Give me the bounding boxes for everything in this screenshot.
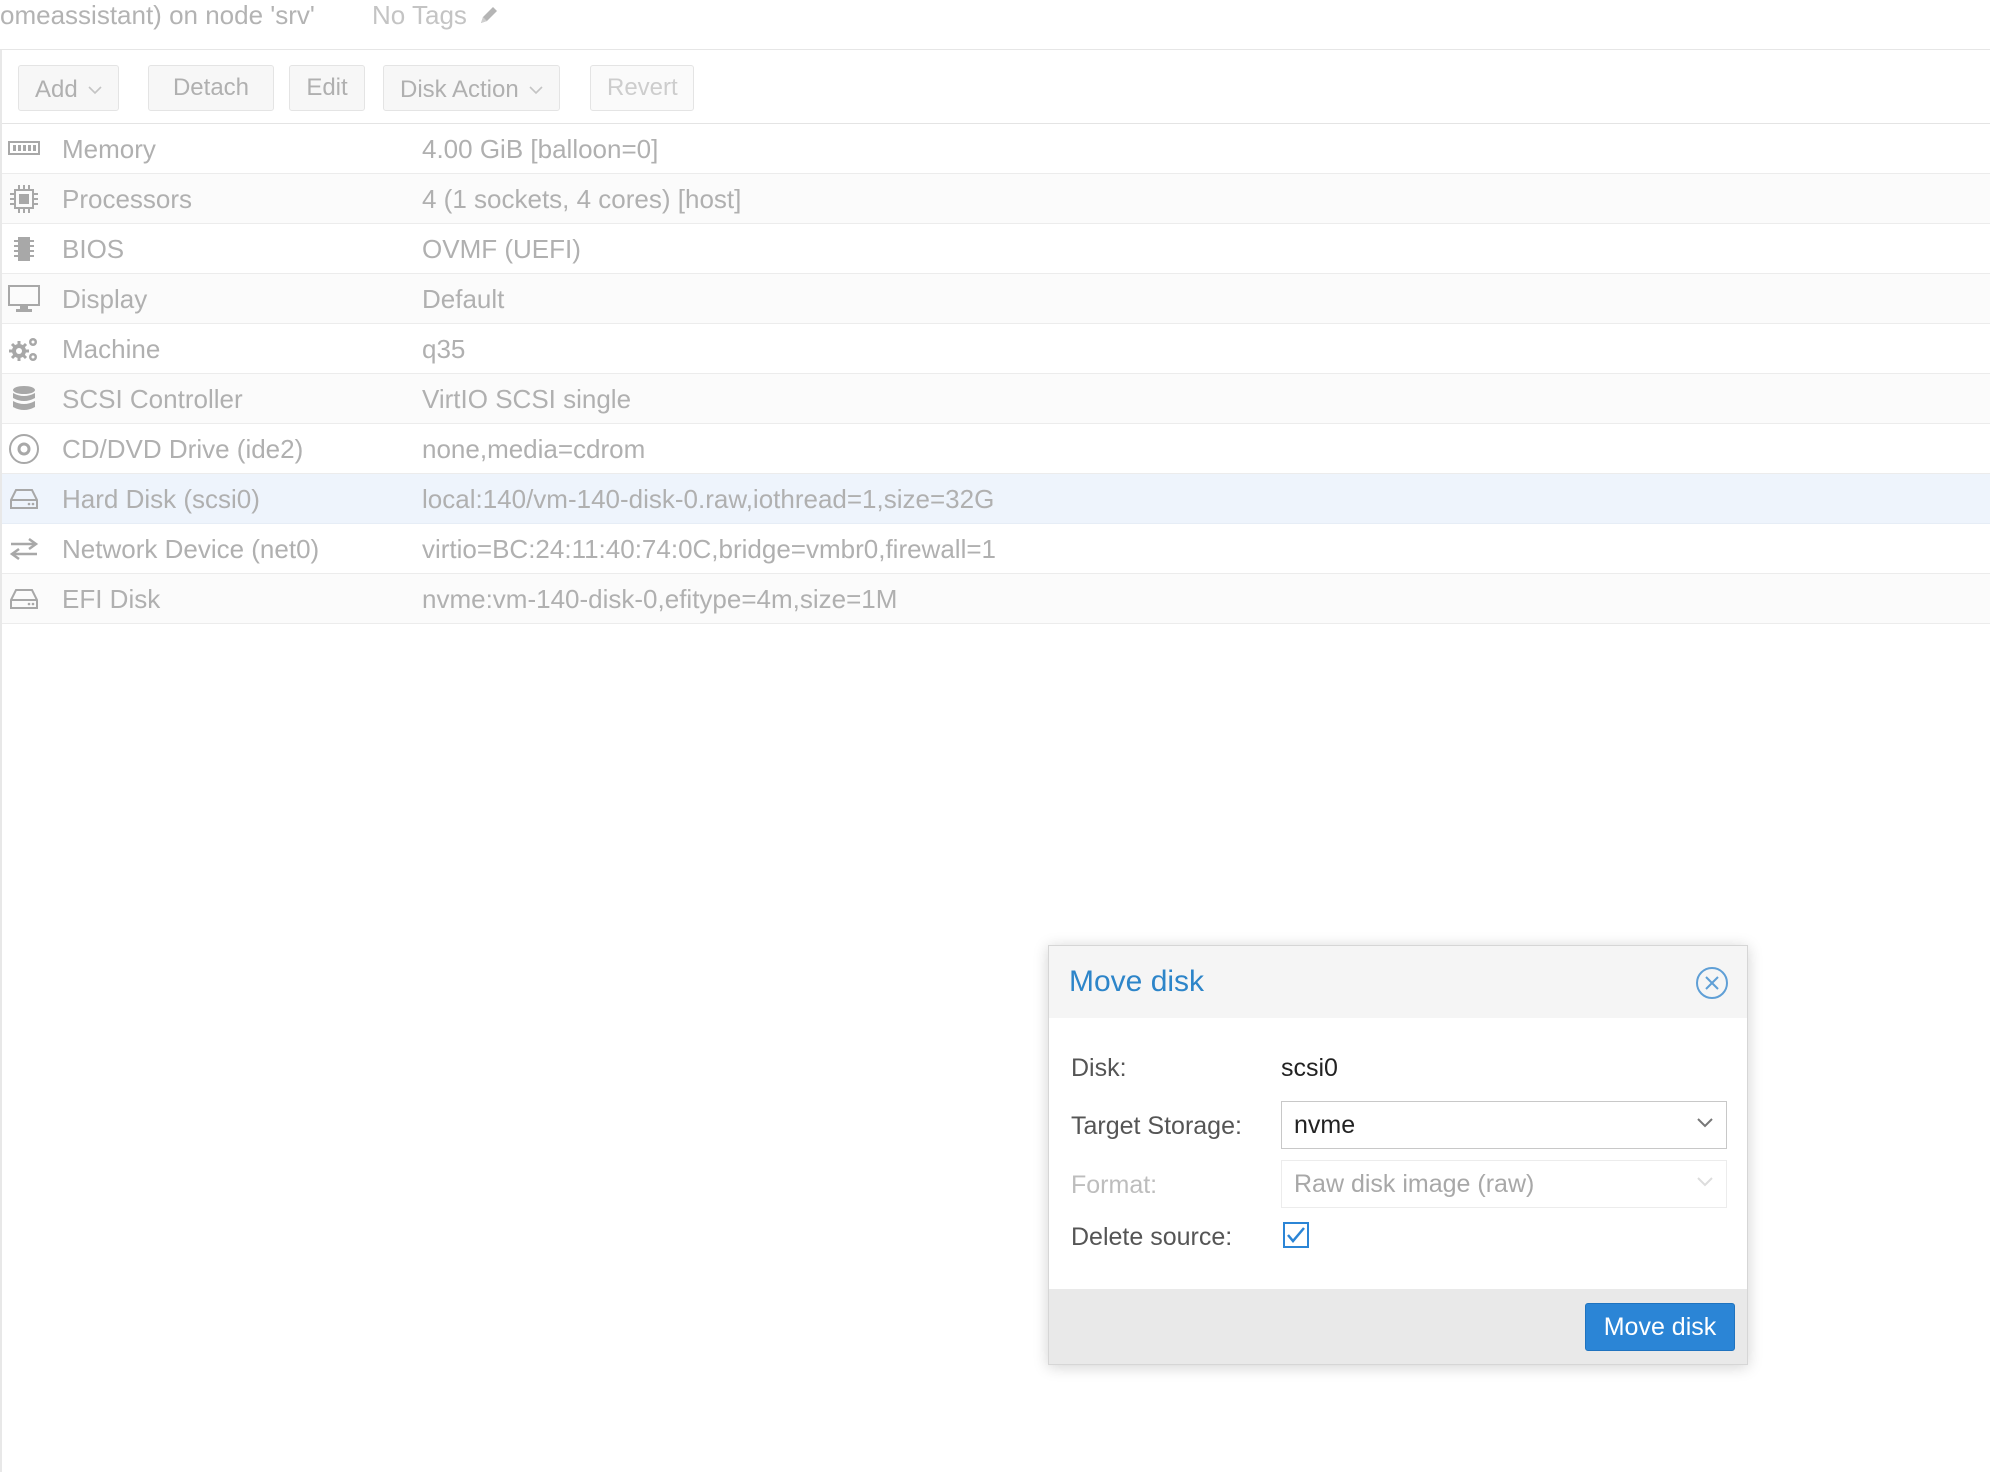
row-value: 4.00 GiB [balloon=0] (422, 134, 659, 164)
add-button-label: Add (35, 76, 78, 103)
table-row[interactable]: Machine q35 (2, 324, 1990, 374)
row-value: nvme:vm-140-disk-0,efitype=4m,size=1M (422, 584, 898, 614)
disk-action-button[interactable]: Disk Action (383, 65, 560, 111)
delete-source-label: Delete source: (1071, 1223, 1233, 1251)
format-select[interactable]: Raw disk image (raw) (1281, 1160, 1727, 1208)
table-row[interactable]: Network Device (net0) virtio=BC:24:11:40… (2, 524, 1990, 574)
row-value: virtio=BC:24:11:40:74:0C,bridge=vmbr0,fi… (422, 534, 996, 564)
target-storage-label: Target Storage: (1071, 1112, 1242, 1140)
format-value: Raw disk image (raw) (1294, 1170, 1535, 1198)
pencil-icon[interactable] (478, 4, 500, 26)
bios-chip-icon (8, 234, 40, 264)
hardware-grid: Memory 4.00 GiB [balloon=0] Processors 4… (2, 124, 1990, 624)
move-disk-dialog: Move disk Disk: scsi0 Target Storage: nv… (1048, 945, 1748, 1365)
table-row[interactable]: CD/DVD Drive (ide2) none,media=cdrom (2, 424, 1990, 474)
edit-button-label: Edit (306, 74, 348, 101)
table-row[interactable]: Display Default (2, 274, 1990, 324)
table-row[interactable]: EFI Disk nvme:vm-140-disk-0,efitype=4m,s… (2, 574, 1990, 624)
row-value: VirtIO SCSI single (422, 384, 632, 414)
table-row[interactable]: BIOS OVMF (UEFI) (2, 224, 1990, 274)
row-name: Memory (62, 134, 156, 164)
cpu-icon (8, 184, 40, 214)
row-name: BIOS (62, 234, 125, 264)
row-name: EFI Disk (62, 584, 161, 614)
cdrom-icon (8, 434, 40, 464)
format-label: Format: (1071, 1171, 1158, 1199)
row-name: CD/DVD Drive (ide2) (62, 434, 304, 464)
close-icon[interactable] (1695, 966, 1729, 1000)
table-row[interactable]: Memory 4.00 GiB [balloon=0] (2, 124, 1990, 174)
row-name: Network Device (net0) (62, 534, 320, 564)
row-name: Machine (62, 334, 161, 364)
tags-editor[interactable]: No Tags (372, 0, 500, 30)
revert-button-label: Revert (607, 74, 678, 101)
chevron-down-icon (529, 66, 543, 110)
row-name: Display (62, 284, 148, 314)
dialog-title: Move disk (1069, 965, 1205, 998)
table-row[interactable]: SCSI Controller VirtIO SCSI single (2, 374, 1990, 424)
row-value: none,media=cdrom (422, 434, 646, 464)
dialog-header: Move disk (1049, 946, 1747, 1018)
vm-header: omeassistant) on node 'srv' No Tags (0, 0, 1990, 50)
chevron-down-icon[interactable] (1696, 1116, 1714, 1134)
row-value: q35 (422, 334, 466, 364)
target-storage-select[interactable]: nvme (1281, 1101, 1727, 1149)
chevron-down-icon (88, 66, 102, 110)
disk-label: Disk: (1071, 1054, 1127, 1082)
hardware-panel: omeassistant) on node 'srv' No Tags Add … (0, 0, 1990, 1472)
add-button[interactable]: Add (18, 65, 119, 111)
row-value: Default (422, 284, 505, 314)
hdd-icon (8, 484, 40, 514)
detach-button[interactable]: Detach (148, 65, 274, 111)
row-name: SCSI Controller (62, 384, 243, 414)
row-name: Processors (62, 184, 193, 214)
row-value: 4 (1 sockets, 4 cores) [host] (422, 184, 742, 214)
memory-icon (8, 134, 40, 164)
detach-button-label: Detach (172, 74, 250, 101)
vm-title: omeassistant) on node 'srv' (0, 0, 315, 30)
network-exchange-icon (8, 534, 40, 564)
edit-button[interactable]: Edit (289, 65, 365, 111)
database-icon (8, 384, 40, 414)
hardware-toolbar: Add Detach Edit Disk Action Revert (2, 50, 1990, 124)
chevron-down-icon (1696, 1175, 1714, 1193)
gears-icon (8, 334, 40, 364)
dialog-footer: Move disk (1049, 1289, 1747, 1364)
disk-action-button-label: Disk Action (400, 76, 519, 103)
revert-button[interactable]: Revert (590, 65, 694, 111)
disk-value: scsi0 (1281, 1054, 1338, 1082)
move-disk-button[interactable]: Move disk (1585, 1303, 1735, 1351)
row-value: OVMF (UEFI) (422, 234, 581, 264)
tags-label: No Tags (372, 0, 467, 30)
row-value: local:140/vm-140-disk-0.raw,iothread=1,s… (422, 484, 995, 514)
target-storage-value: nvme (1294, 1111, 1356, 1139)
hdd-icon (8, 584, 40, 614)
delete-source-checkbox[interactable] (1283, 1222, 1309, 1248)
row-name: Hard Disk (scsi0) (62, 484, 260, 514)
monitor-icon (8, 284, 40, 314)
table-row[interactable]: Processors 4 (1 sockets, 4 cores) [host] (2, 174, 1990, 224)
table-row[interactable]: Hard Disk (scsi0) local:140/vm-140-disk-… (2, 474, 1990, 524)
